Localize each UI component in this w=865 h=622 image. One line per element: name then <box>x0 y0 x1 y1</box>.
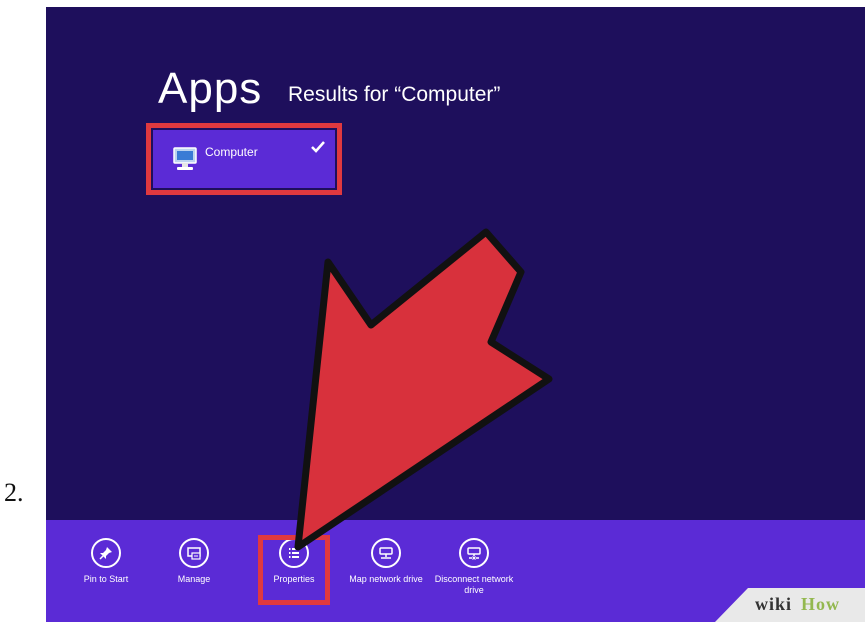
button-label: Pin to Start <box>83 574 129 584</box>
map-drive-icon <box>379 547 393 559</box>
page-title: Apps <box>158 64 263 113</box>
windows-start-screen: Apps Results for “Computer” Computer Pin… <box>46 7 865 622</box>
page: 2. Apps Results for “Computer” Computer <box>0 0 865 622</box>
watermark-wiki: wiki <box>755 594 793 614</box>
pin-to-start-button[interactable]: Pin to Start <box>64 538 148 610</box>
manage-icon <box>187 547 201 560</box>
app-bar: Pin to Start Manage Properties Map netwo… <box>46 520 865 622</box>
button-label: Disconnect network drive <box>434 574 514 595</box>
tile-highlight-box <box>146 123 342 195</box>
button-label: Manage <box>177 574 211 584</box>
disconnect-drive-icon <box>467 547 481 560</box>
map-network-drive-button[interactable]: Map network drive <box>344 538 428 610</box>
wikihow-watermark: wiki How <box>715 588 865 622</box>
disconnect-network-drive-button[interactable]: Disconnect network drive <box>432 538 516 610</box>
step-number: 2. <box>4 478 24 507</box>
manage-button[interactable]: Manage <box>152 538 236 610</box>
search-results-label: Results for “Computer” <box>288 83 501 106</box>
button-label: Map network drive <box>349 574 423 584</box>
watermark-how: How <box>801 594 840 614</box>
pin-icon <box>99 547 112 560</box>
button-highlight-box <box>258 535 330 605</box>
